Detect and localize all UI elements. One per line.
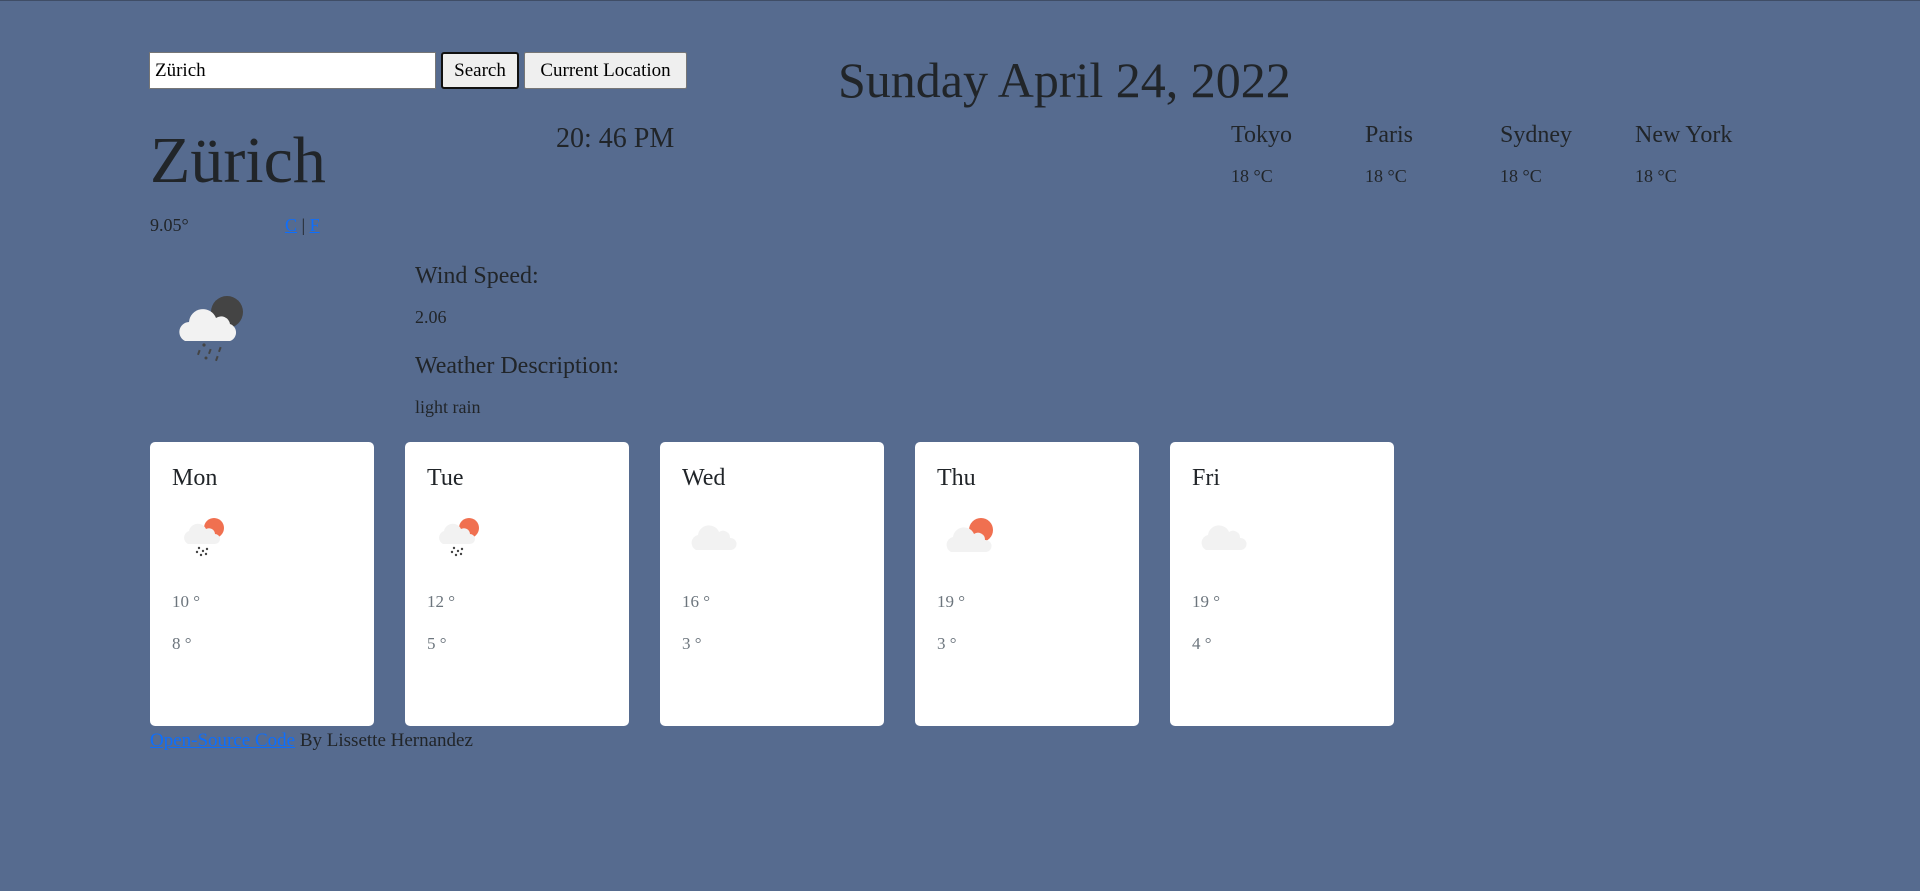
other-city-temp: 18 °C	[1365, 166, 1407, 186]
forecast-high: 16 °	[682, 592, 711, 611]
forecast-low: 4 °	[1192, 634, 1212, 653]
wind-speed-value: 2.06	[415, 307, 447, 327]
cloud-icon	[691, 525, 737, 550]
rain-sun-cloud-icon	[184, 518, 224, 557]
other-city-name: Tokyo	[1231, 122, 1292, 148]
forecast-day: Wed	[682, 465, 726, 491]
weather-description-value: light rain	[415, 397, 481, 417]
forecast-card: Mon 10 ° 8 °	[150, 442, 374, 726]
wind-speed-label: Wind Speed:	[415, 263, 539, 289]
fahrenheit-link[interactable]: F	[310, 215, 320, 235]
footer-credit: By Lissette Hernandez	[295, 730, 473, 751]
source-code-link[interactable]: Open-Source Code	[150, 730, 295, 751]
forecast-card: Tue 12 ° 5 °	[405, 442, 629, 726]
other-city-temp: 18 °C	[1635, 166, 1677, 186]
unit-toggle: C | F	[285, 215, 320, 236]
forecast-day: Mon	[172, 465, 218, 491]
forecast-card: Thu 19 ° 3 °	[915, 442, 1139, 726]
forecast-high: 19 °	[1192, 592, 1221, 611]
other-city-name: Paris	[1365, 122, 1413, 148]
other-city-name: New York	[1635, 122, 1733, 148]
cloud-icon	[1201, 525, 1247, 550]
forecast-low: 3 °	[937, 634, 957, 653]
forecast-low: 8 °	[172, 634, 192, 653]
weather-description-label: Weather Description:	[415, 353, 619, 379]
other-city-name: Sydney	[1500, 122, 1572, 148]
current-temperature: 9.05°	[150, 215, 189, 235]
rain-night-cloud-icon	[179, 296, 243, 362]
forecast-low: 3 °	[682, 634, 702, 653]
city-search-input[interactable]	[149, 52, 436, 89]
forecast-card: Fri 19 ° 4 °	[1170, 442, 1394, 726]
city-name: Zürich	[150, 124, 326, 197]
forecast-low: 5 °	[427, 634, 447, 653]
forecast-card: Wed 16 ° 3 °	[660, 442, 884, 726]
other-city-temp: 18 °C	[1500, 166, 1542, 186]
footer: Open-Source Code By Lissette Hernandez	[150, 730, 473, 752]
current-date: Sunday April 24, 2022	[838, 52, 1291, 108]
forecast-high: 10 °	[172, 592, 201, 611]
forecast-high: 19 °	[937, 592, 966, 611]
other-city-temp: 18 °C	[1231, 166, 1273, 186]
forecast-high: 12 °	[427, 592, 456, 611]
unit-separator: |	[301, 215, 306, 235]
celsius-link[interactable]: C	[285, 215, 297, 235]
current-location-button[interactable]: Current Location	[524, 52, 687, 89]
sun-cloud-icon	[946, 518, 993, 552]
rain-sun-cloud-icon	[439, 518, 479, 557]
forecast-day: Fri	[1192, 465, 1221, 491]
search-button[interactable]: Search	[441, 52, 519, 89]
forecast-day: Tue	[427, 465, 464, 491]
forecast-day: Thu	[937, 465, 976, 491]
current-time: 20: 46 PM	[556, 123, 675, 154]
